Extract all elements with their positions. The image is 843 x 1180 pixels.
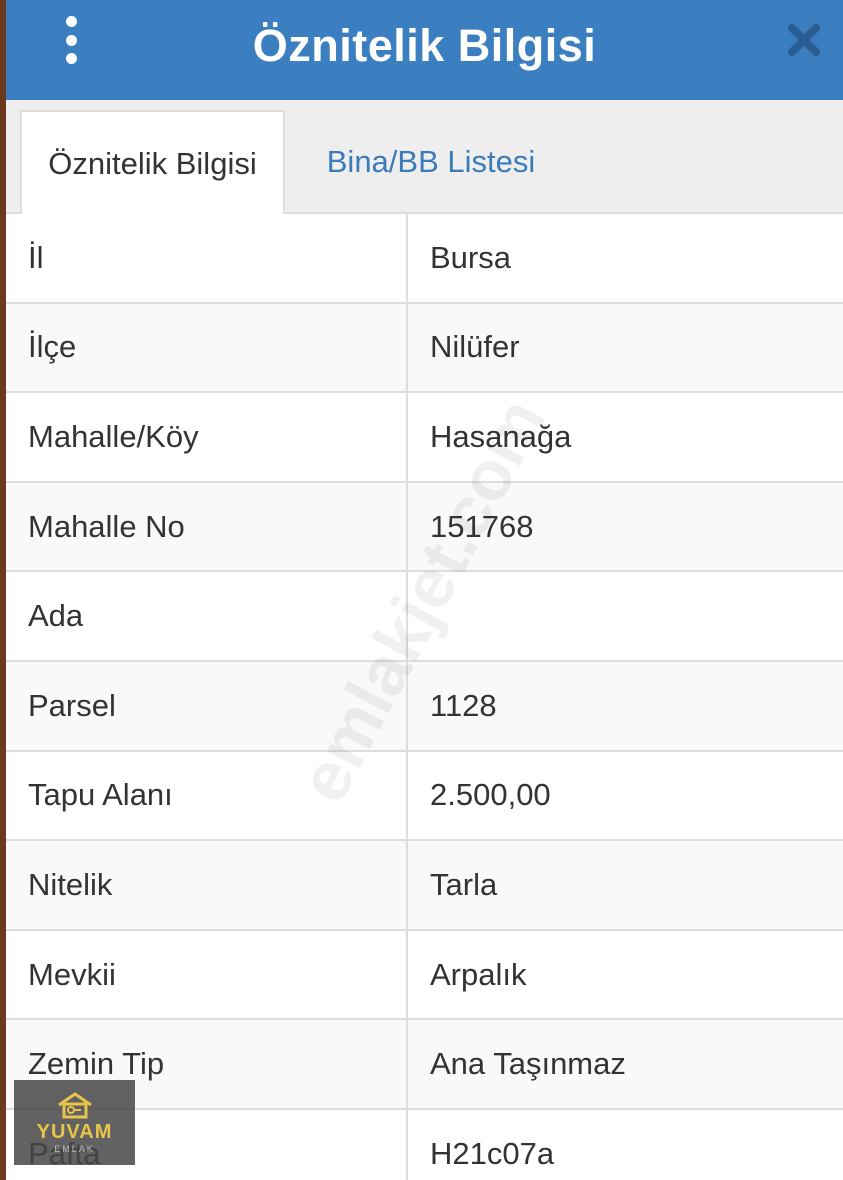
- table-row: Nitelik Tarla: [6, 841, 843, 931]
- close-icon[interactable]: [784, 20, 824, 60]
- house-key-icon: [57, 1092, 92, 1119]
- table-row: Mevkii Arpalık: [6, 930, 843, 1021]
- row-label: Mahalle No: [6, 482, 408, 571]
- page-title: Öznitelik Bilgisi: [252, 20, 597, 71]
- row-value: Bursa: [430, 239, 511, 275]
- row-value: 151768: [430, 508, 534, 544]
- tab-label: Öznitelik Bilgisi: [48, 146, 257, 181]
- tab-bar: Öznitelik Bilgisi Bina/BB Listesi: [6, 100, 843, 216]
- table-row: İlçe Nilüfer: [6, 303, 843, 394]
- row-label: İl: [6, 214, 408, 302]
- row-label: Tapu Alanı: [6, 751, 408, 840]
- attribute-table: İl Bursa İlçe Nilüfer Mahalle/Köy Hasana…: [6, 214, 843, 1180]
- logo-text: YUVAM: [36, 1121, 113, 1143]
- table-row: Mahalle No 151768: [6, 482, 843, 573]
- row-value: Arpalık: [430, 956, 527, 992]
- tab-bina-bb-listesi[interactable]: Bina/BB Listesi: [296, 110, 566, 214]
- row-label: Mahalle/Köy: [6, 393, 408, 481]
- header-bar: Öznitelik Bilgisi: [6, 0, 843, 100]
- row-value: 2.500,00: [430, 777, 551, 813]
- tab-oznitelik-bilgisi[interactable]: Öznitelik Bilgisi: [20, 110, 285, 216]
- row-value: Ana Taşınmaz: [430, 1046, 626, 1082]
- table-row: Parsel 1128: [6, 661, 843, 752]
- table-row: Ada: [6, 572, 843, 662]
- logo: YUVAM EMLAK: [14, 1080, 135, 1165]
- row-label: Parsel: [6, 661, 408, 750]
- row-value: 1128: [430, 687, 497, 723]
- row-value: [408, 572, 843, 660]
- row-value: Nilüfer: [430, 329, 520, 365]
- logo-subtext: EMLAK: [54, 1144, 95, 1154]
- row-value: Tarla: [430, 866, 498, 902]
- table-row: İl Bursa: [6, 214, 843, 304]
- row-value: H21c07a: [430, 1135, 555, 1171]
- row-label: İlçe: [6, 303, 408, 392]
- row-label: Mevkii: [6, 930, 408, 1019]
- tab-label: Bina/BB Listesi: [326, 144, 536, 179]
- table-row: Mahalle/Köy Hasanağa: [6, 393, 843, 483]
- row-label: Ada: [6, 572, 408, 660]
- table-row: Tapu Alanı 2.500,00: [6, 751, 843, 842]
- row-value: Hasanağa: [430, 418, 572, 454]
- row-label: Nitelik: [6, 841, 408, 929]
